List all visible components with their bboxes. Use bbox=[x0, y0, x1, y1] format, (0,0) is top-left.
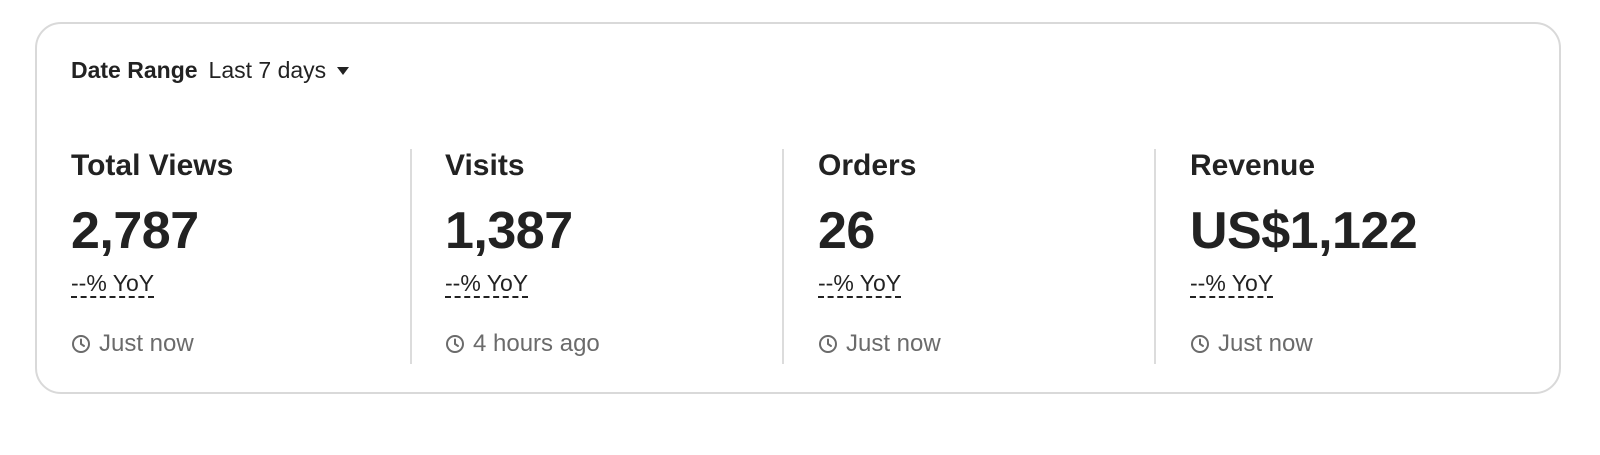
stat-orders: Orders 26 --% YoY Just now bbox=[818, 149, 1158, 364]
clock-icon bbox=[72, 335, 90, 353]
stat-title: Visits bbox=[445, 149, 525, 182]
stat-updated: Just now bbox=[818, 330, 941, 358]
clock-icon bbox=[819, 335, 837, 353]
stat-title: Total Views bbox=[71, 149, 234, 182]
stat-yoy[interactable]: --% YoY bbox=[1190, 271, 1274, 298]
date-range-label: Date Range bbox=[71, 56, 198, 83]
stat-yoy[interactable]: --% YoY bbox=[818, 271, 902, 298]
stats-row: Total Views 2,787 --% YoY Just now Visit… bbox=[37, 149, 1559, 364]
stat-value: 1,387 bbox=[445, 202, 573, 260]
divider bbox=[410, 149, 412, 364]
stat-yoy[interactable]: --% YoY bbox=[445, 271, 529, 298]
updated-text: Just now bbox=[1218, 330, 1313, 357]
stat-value: 26 bbox=[818, 202, 875, 260]
stat-title: Orders bbox=[818, 149, 917, 182]
clock-icon bbox=[1191, 335, 1209, 353]
date-range-value: Last 7 days bbox=[208, 56, 327, 83]
stat-updated: 4 hours ago bbox=[445, 330, 600, 358]
stat-value: 2,787 bbox=[71, 202, 199, 260]
chevron-down-icon bbox=[337, 67, 350, 75]
date-range: Date Range Last 7 days bbox=[71, 56, 350, 84]
stat-total-views: Total Views 2,787 --% YoY Just now bbox=[71, 149, 411, 364]
stat-visits: Visits 1,387 --% YoY 4 hours ago bbox=[445, 149, 785, 364]
stat-revenue: Revenue US$1,122 --% YoY Just now bbox=[1190, 149, 1530, 364]
stat-value: US$1,122 bbox=[1190, 202, 1418, 260]
divider bbox=[1154, 149, 1156, 364]
stats-card: Date Range Last 7 days Total Views 2,787… bbox=[35, 22, 1561, 394]
stat-title: Revenue bbox=[1190, 149, 1316, 182]
clock-icon bbox=[446, 335, 464, 353]
updated-text: 4 hours ago bbox=[473, 330, 600, 357]
stat-yoy[interactable]: --% YoY bbox=[71, 271, 155, 298]
updated-text: Just now bbox=[99, 330, 194, 357]
stat-updated: Just now bbox=[1190, 330, 1313, 358]
stat-updated: Just now bbox=[71, 330, 194, 358]
updated-text: Just now bbox=[846, 330, 941, 357]
divider bbox=[782, 149, 784, 364]
date-range-dropdown[interactable]: Last 7 days bbox=[209, 57, 350, 84]
